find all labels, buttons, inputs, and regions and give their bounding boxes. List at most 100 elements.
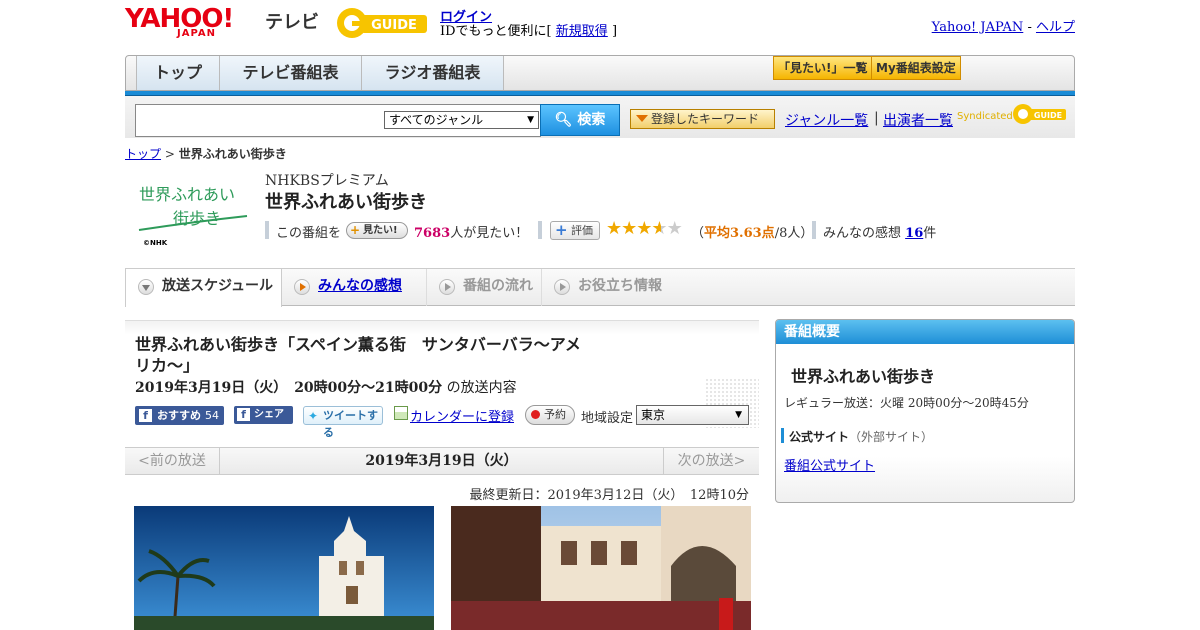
- facebook-recommend-label: おすすめ: [157, 409, 201, 422]
- next-broadcast[interactable]: 次の放送>: [663, 448, 759, 474]
- reserve-label: 予約: [544, 408, 566, 421]
- triangle-down-icon: [636, 115, 648, 122]
- star-icon: ★: [621, 218, 637, 239]
- summary-program-title: 世界ふれあい街歩き: [791, 367, 936, 386]
- play-arrow-icon: [554, 279, 570, 295]
- facebook-recommend-count: 54: [205, 409, 219, 422]
- dropdown-arrow-icon: ▼: [527, 115, 534, 125]
- registered-keyword-label: 登録したキーワード: [651, 112, 760, 126]
- rate-button-label: 評価: [571, 224, 593, 237]
- star-icon: ★: [606, 218, 622, 239]
- top-right-links: Yahoo! JAPAN - ヘルプ: [932, 16, 1075, 35]
- add-to-calendar-link[interactable]: カレンダーに登録: [410, 406, 514, 425]
- gguide-logo-text: GUIDE: [371, 18, 417, 33]
- region-label: 地域設定: [581, 411, 634, 426]
- top-right-dash: -: [1027, 20, 1032, 35]
- syndicated-logo-text: GUIDE: [1034, 111, 1062, 120]
- impressions-count-link[interactable]: 16: [905, 226, 923, 241]
- official-site-link[interactable]: 番組公式サイト: [784, 455, 875, 474]
- rate-button[interactable]: + 評価: [550, 221, 600, 240]
- link-separator: |: [874, 110, 879, 126]
- facebook-share-button[interactable]: f シェア: [234, 406, 293, 424]
- tv-logo-text[interactable]: テレビ: [265, 8, 319, 34]
- tweet-label: ツイートする: [323, 409, 378, 439]
- rating-count: /8人）: [774, 226, 814, 241]
- official-site-label: 公式サイト: [789, 430, 850, 444]
- previous-broadcast[interactable]: <前の放送: [125, 448, 220, 474]
- gguide-logo[interactable]: GUIDE: [335, 6, 430, 40]
- tab-label: お役立ち情報: [578, 278, 662, 294]
- facebook-icon: f: [139, 409, 152, 422]
- tab-label: 番組の流れ: [463, 278, 533, 294]
- empty-star-icon: ★: [666, 218, 683, 239]
- record-dot-icon: [531, 410, 540, 419]
- registered-keyword-button[interactable]: 登録したキーワード: [630, 109, 775, 129]
- impressions-label: みんなの感想: [823, 226, 902, 241]
- tab-broadcast-schedule[interactable]: 放送スケジュール: [125, 268, 282, 307]
- signup-link[interactable]: 新規取得: [556, 24, 608, 39]
- reserve-recording-button[interactable]: 予約: [525, 405, 575, 425]
- help-link[interactable]: ヘルプ: [1036, 20, 1075, 35]
- channel-name: NHKBSプレミアム: [265, 173, 389, 189]
- dropdown-arrow-icon: ▼: [735, 410, 742, 420]
- breadcrumb-separator: >: [164, 147, 175, 161]
- japan-logo-text: JAPAN: [177, 28, 216, 39]
- star-icon: ★: [636, 218, 652, 239]
- rating-stars: ★★★★★: [606, 218, 683, 239]
- syndicated-text: Syndicated: [957, 111, 1013, 122]
- search-button-label: 検索: [577, 112, 606, 128]
- calendar-icon: [394, 406, 408, 420]
- episode-title: 世界ふれあい街歩き「スペイン薫る街 サンタバーバラ～アメリカ～」: [135, 335, 581, 375]
- episode-airtime: 2019年3月19日（火） 20時00分～21時00分 の放送内容: [135, 377, 517, 397]
- performer-list-link[interactable]: 出演者一覧: [883, 110, 953, 130]
- program-title: 世界ふれあい街歩き: [265, 192, 427, 213]
- yahoo-japan-link[interactable]: Yahoo! JAPAN: [932, 20, 1024, 35]
- tweet-button[interactable]: ✦ ツイートする: [303, 406, 383, 439]
- facebook-recommend-button[interactable]: f おすすめ 54: [135, 406, 224, 425]
- play-arrow-icon: [294, 279, 310, 295]
- impressions-suffix: 件: [923, 226, 937, 241]
- official-site-heading: 公式サイト（外部サイト）: [789, 428, 933, 445]
- average-rating: （平均3.63点/8人）: [691, 222, 813, 241]
- login-prompt-close: ]: [611, 24, 618, 39]
- tab-useful-info: お役立ち情報: [542, 269, 672, 306]
- info-divider: [812, 221, 816, 239]
- login-prompt-text: IDでもっと便利に[: [440, 24, 552, 39]
- tab-impressions[interactable]: みんなの感想: [282, 269, 427, 306]
- want-count-suffix: 人が見たい！: [450, 226, 529, 241]
- search-icon: 🔍︎: [554, 112, 573, 128]
- info-divider: [265, 221, 269, 239]
- want-to-watch-button[interactable]: + 見たい!: [346, 222, 408, 239]
- want-list-button[interactable]: 「見たい!」一覧: [773, 56, 873, 80]
- this-program-label: この番組を: [276, 226, 342, 241]
- tab-label[interactable]: みんなの感想: [318, 278, 402, 294]
- region-select[interactable]: 東京 ▼: [636, 405, 749, 425]
- breadcrumb: トップ > 世界ふれあい街歩き: [125, 145, 287, 162]
- nav-tab-radio-schedule[interactable]: ラジオ番組表: [362, 56, 504, 90]
- plus-icon: +: [350, 223, 361, 237]
- nav-tab-top[interactable]: トップ: [136, 56, 220, 90]
- syndicated-gguide-logo: GUIDE: [1013, 104, 1066, 124]
- main-navbar: トップ テレビ番組表 ラジオ番組表 「見たい!」一覧 My番組表設定: [125, 55, 1075, 91]
- program-summary-header: 番組概要: [776, 320, 1074, 344]
- program-tabs: 放送スケジュール みんなの感想 番組の流れ お役立ち情報: [125, 268, 1075, 307]
- search-button[interactable]: 🔍︎ 検索: [540, 104, 620, 136]
- plus-icon: +: [555, 221, 568, 239]
- nhk-copyright: ©NHK: [143, 239, 168, 247]
- genre-select[interactable]: すべてのジャンル ▼: [384, 111, 539, 129]
- facebook-icon: f: [237, 408, 250, 421]
- play-arrow-icon: [439, 279, 455, 295]
- want-count: 7683: [414, 226, 451, 241]
- regular-broadcast-info: レギュラー放送：火曜 20時00分～20時45分: [784, 396, 1029, 410]
- nav-tab-tv-schedule[interactable]: テレビ番組表: [220, 56, 362, 90]
- my-schedule-button[interactable]: My番組表設定: [871, 56, 961, 80]
- tab-program-flow: 番組の流れ: [427, 269, 542, 306]
- episode-photo-street: [451, 506, 751, 630]
- episode-datetime: 2019年3月19日（火） 20時00分～21時00分: [135, 380, 443, 396]
- program-logo-line2: 街歩き: [173, 209, 221, 228]
- genre-list-link[interactable]: ジャンル一覧: [785, 110, 868, 130]
- tab-label: 放送スケジュール: [162, 278, 274, 294]
- breadcrumb-top-link[interactable]: トップ: [125, 147, 161, 161]
- date-navigation: <前の放送 2019年3月19日（火） 次の放送>: [125, 447, 759, 475]
- login-prompt: IDでもっと便利に[ 新規取得 ]: [440, 20, 617, 39]
